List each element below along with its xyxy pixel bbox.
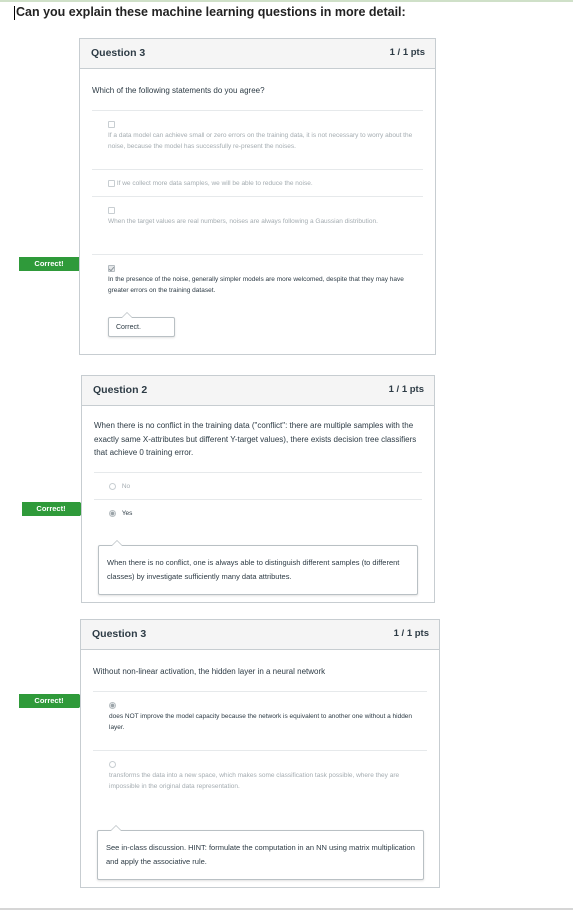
answer-option[interactable]: No (109, 481, 409, 492)
checkbox-icon[interactable] (108, 120, 115, 128)
answer-text: transforms the data into a new space, wh… (109, 772, 400, 790)
answer-text: If we collect more data samples, we will… (116, 180, 313, 187)
divider (92, 196, 423, 197)
question-card: Question 3 1 / 1 pts Which of the follow… (79, 38, 436, 355)
top-border (0, 0, 573, 2)
answer-text: No (121, 483, 131, 490)
answer-comment: Correct. (108, 312, 175, 337)
correct-tag: Correct! (19, 257, 85, 271)
answer-option[interactable]: If we collect more data samples, we will… (108, 178, 413, 189)
answer-text: Yes (121, 510, 133, 517)
answer-comment: When there is no conflict, one is always… (98, 540, 418, 595)
correct-tag: Correct! (22, 502, 86, 516)
radio-checked-icon[interactable] (109, 509, 116, 517)
divider (92, 169, 423, 170)
divider (92, 110, 423, 111)
question-text: When there is no conflict in the trainin… (94, 421, 417, 457)
answer-option-selected[interactable]: Yes (109, 508, 409, 519)
checkbox-icon[interactable] (108, 206, 115, 214)
question-points: 1 / 1 pts (389, 47, 425, 58)
answer-text: If a data model can achieve small or zer… (108, 132, 413, 150)
comment-text: Correct. (116, 324, 141, 331)
divider (93, 691, 427, 692)
answer-option[interactable]: When the target values are real numbers,… (108, 205, 413, 227)
checkbox-icon[interactable] (108, 179, 115, 187)
comment-text: When there is no conflict, one is always… (107, 558, 400, 581)
answer-text: In the presence of the noise, generally … (108, 276, 404, 294)
divider (92, 254, 423, 255)
answer-option-selected[interactable]: In the presence of the noise, generally … (108, 263, 413, 296)
answer-text: When the target values are real numbers,… (108, 218, 378, 225)
question-title: Question 2 (93, 384, 148, 396)
divider (94, 472, 422, 473)
question-text: Without non-linear activation, the hidde… (93, 667, 326, 676)
correct-tag: Correct! (19, 694, 85, 708)
answer-text: does NOT improve the model capacity beca… (109, 713, 413, 731)
question-card: Question 2 1 / 1 pts When there is no co… (81, 375, 435, 603)
checkbox-checked-icon[interactable] (108, 264, 115, 272)
question-header: Question 3 1 / 1 pts (80, 39, 435, 69)
answer-option[interactable]: If a data model can achieve small or zer… (108, 119, 413, 152)
text-cursor (14, 6, 15, 20)
question-card: Question 3 1 / 1 pts Without non-linear … (80, 619, 440, 888)
question-header: Question 3 1 / 1 pts (81, 620, 439, 650)
answer-comment: See in-class discussion. HINT: formulate… (97, 825, 424, 880)
answer-option[interactable]: transforms the data into a new space, wh… (109, 759, 419, 792)
radio-icon[interactable] (109, 760, 116, 768)
radio-checked-icon[interactable] (109, 701, 116, 709)
comment-text: See in-class discussion. HINT: formulate… (106, 843, 415, 866)
divider (94, 499, 422, 500)
question-points: 1 / 1 pts (393, 628, 429, 639)
question-title: Question 3 (91, 47, 146, 59)
question-header: Question 2 1 / 1 pts (82, 376, 434, 406)
question-text: Which of the following statements do you… (92, 86, 265, 95)
divider (93, 750, 427, 751)
radio-icon[interactable] (109, 482, 116, 490)
page-title: Can you explain these machine learning q… (16, 5, 406, 19)
question-title: Question 3 (92, 628, 147, 640)
answer-option-selected[interactable]: does NOT improve the model capacity beca… (109, 700, 419, 733)
question-points: 1 / 1 pts (388, 384, 424, 395)
